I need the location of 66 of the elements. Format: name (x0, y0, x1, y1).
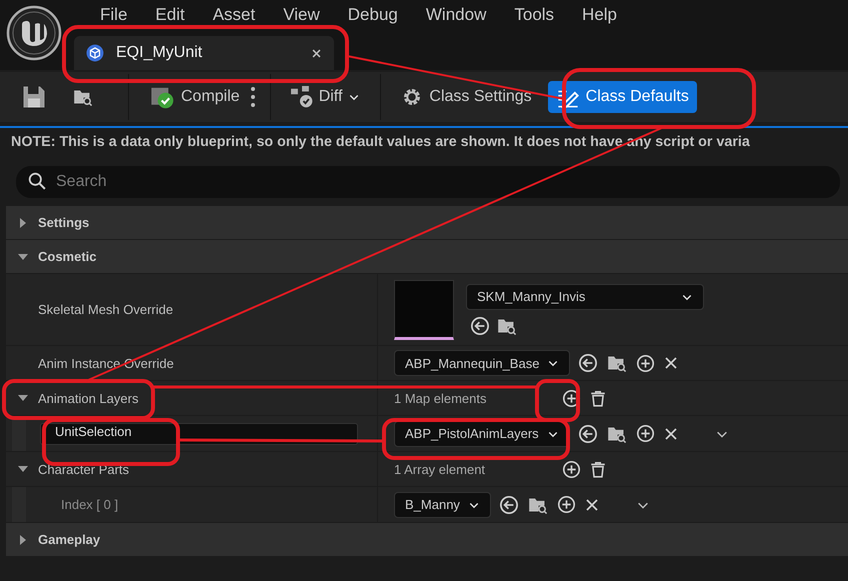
mesh-thumbnail (394, 280, 454, 340)
key-field[interactable]: UnitSelection (40, 422, 358, 444)
add-button[interactable] (562, 460, 581, 478)
trash-icon (589, 388, 607, 408)
mode-button[interactable]: Class Defaults (548, 81, 697, 113)
expand-arrow-icon[interactable] (18, 218, 28, 228)
compile-button[interactable]: Compile (141, 80, 248, 114)
search-icon (28, 172, 46, 190)
plus-icon (636, 354, 656, 372)
property-label: Skeletal Mesh Override (38, 302, 174, 317)
add-button[interactable] (636, 424, 655, 443)
reset-button[interactable] (498, 494, 519, 514)
category-header[interactable]: Settings (6, 206, 848, 240)
menu-item[interactable]: Asset (198, 5, 270, 25)
class-dropdown[interactable]: B_Manny (394, 492, 491, 518)
diff-button[interactable]: Diff (282, 81, 368, 113)
diff-icon (290, 86, 313, 108)
element-count: 1 Array element (394, 462, 486, 476)
menu-item[interactable]: Tools (500, 5, 568, 25)
clear-button[interactable] (584, 496, 600, 512)
menu-item[interactable]: View (269, 5, 334, 25)
plus-icon (562, 460, 581, 478)
logo-icon[interactable] (6, 5, 62, 61)
more-options-button[interactable] (250, 86, 256, 108)
add-button[interactable] (636, 354, 656, 372)
clear-icon (662, 426, 679, 442)
class-dropdown[interactable]: ABP_PistolAnimLayers (394, 420, 570, 446)
menu-item[interactable]: Window (412, 5, 500, 25)
clear-icon (663, 355, 680, 371)
expand-arrow-icon[interactable] (18, 534, 28, 544)
reset-button[interactable] (470, 316, 490, 336)
delete-button[interactable] (589, 460, 607, 478)
dots-icon (250, 86, 256, 108)
index-label: Index [ 0 ] (61, 497, 118, 512)
search-field[interactable]: Search (16, 166, 840, 198)
expand-arrow-icon[interactable] (18, 464, 28, 474)
compile-check-icon (149, 85, 175, 109)
reset-button[interactable] (578, 353, 598, 373)
delete-button[interactable] (589, 388, 607, 408)
close-button[interactable] (311, 48, 322, 58)
asset-dropdown[interactable]: SKM_Manny_Invis (466, 284, 704, 310)
class-dropdown[interactable]: ABP_Mannequin_Base (394, 350, 570, 376)
close-icon (311, 48, 322, 58)
clear-button[interactable] (663, 355, 680, 371)
plus-icon (636, 424, 655, 443)
property-label: Animation Layers (38, 390, 138, 406)
cube-icon (86, 44, 104, 62)
add-button[interactable] (556, 495, 576, 514)
plus-icon (556, 495, 576, 514)
mode-button[interactable]: Class Settings (393, 81, 540, 113)
property-label: Anim Instance Override (38, 356, 174, 370)
category-header[interactable]: Cosmetic (6, 240, 848, 274)
clear-icon (584, 496, 600, 512)
menu-item[interactable]: Help (568, 5, 632, 25)
reset-button[interactable] (578, 424, 598, 444)
expand-arrow-icon[interactable] (18, 252, 28, 262)
document-tab[interactable]: EQI_MyUnit (74, 36, 334, 70)
element-count: 1 Map elements (394, 390, 488, 406)
menu-item[interactable]: Edit (141, 5, 199, 25)
expand-arrow-icon[interactable] (18, 393, 28, 403)
menu-item[interactable]: Debug (334, 5, 412, 25)
clear-button[interactable] (662, 426, 679, 442)
category-header[interactable]: Gameplay (6, 523, 848, 557)
menu-item[interactable]: File (86, 5, 142, 25)
trash-icon (589, 460, 607, 478)
save-icon (22, 85, 46, 109)
